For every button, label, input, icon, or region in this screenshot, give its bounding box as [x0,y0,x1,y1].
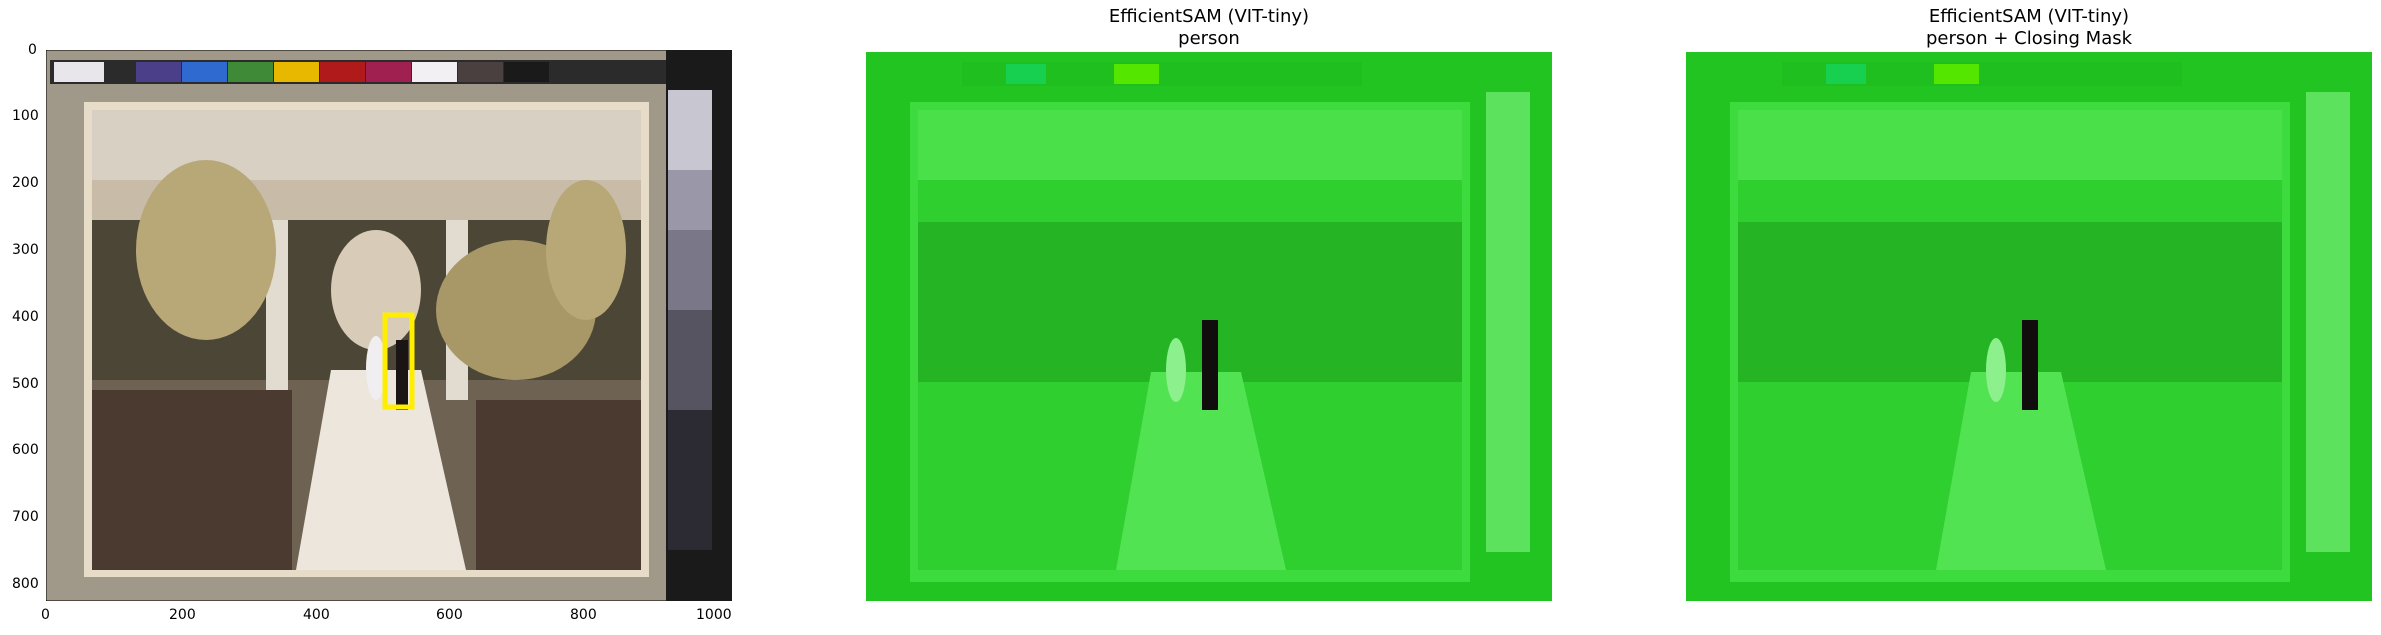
person-segment-closed [2022,320,2038,410]
mask-closing-image [1686,52,2372,601]
y-tick-800: 800 [12,576,39,592]
mask-panel [866,52,1552,601]
x-tick-1000: 1000 [696,607,732,623]
photo-scene [92,110,641,570]
panel-3-title: EfficientSAM (VIT-tiny) person + Closing… [1686,6,2372,50]
y-tick-200: 200 [12,175,39,191]
y-tick-0: 0 [28,42,37,58]
person-segment [1202,320,1218,410]
mask-image [866,52,1552,601]
panel-2-title-line2: person [1178,28,1240,49]
y-tick-100: 100 [12,108,39,124]
panel-2-title: EfficientSAM (VIT-tiny) person [866,6,1552,50]
panel-3-title-line2: person + Closing Mask [1925,28,2133,49]
panel-2-title-line1: EfficientSAM (VIT-tiny) [1108,6,1310,27]
gray-scale-strip [666,50,732,601]
x-tick-400: 400 [303,607,330,623]
mask-closing-panel [1686,52,2372,601]
x-tick-800: 800 [570,607,597,623]
y-tick-500: 500 [12,376,39,392]
y-tick-700: 700 [12,509,39,525]
y-tick-600: 600 [12,442,39,458]
original-image [46,50,732,601]
y-tick-400: 400 [12,309,39,325]
y-tick-300: 300 [12,242,39,258]
original-panel: 0 200 400 600 800 1000 0 100 200 300 400… [12,42,732,623]
panel-3-title-line1: EfficientSAM (VIT-tiny) [1928,6,2130,27]
x-tick-200: 200 [169,607,196,623]
x-tick-600: 600 [436,607,463,623]
x-tick-0: 0 [41,607,50,623]
